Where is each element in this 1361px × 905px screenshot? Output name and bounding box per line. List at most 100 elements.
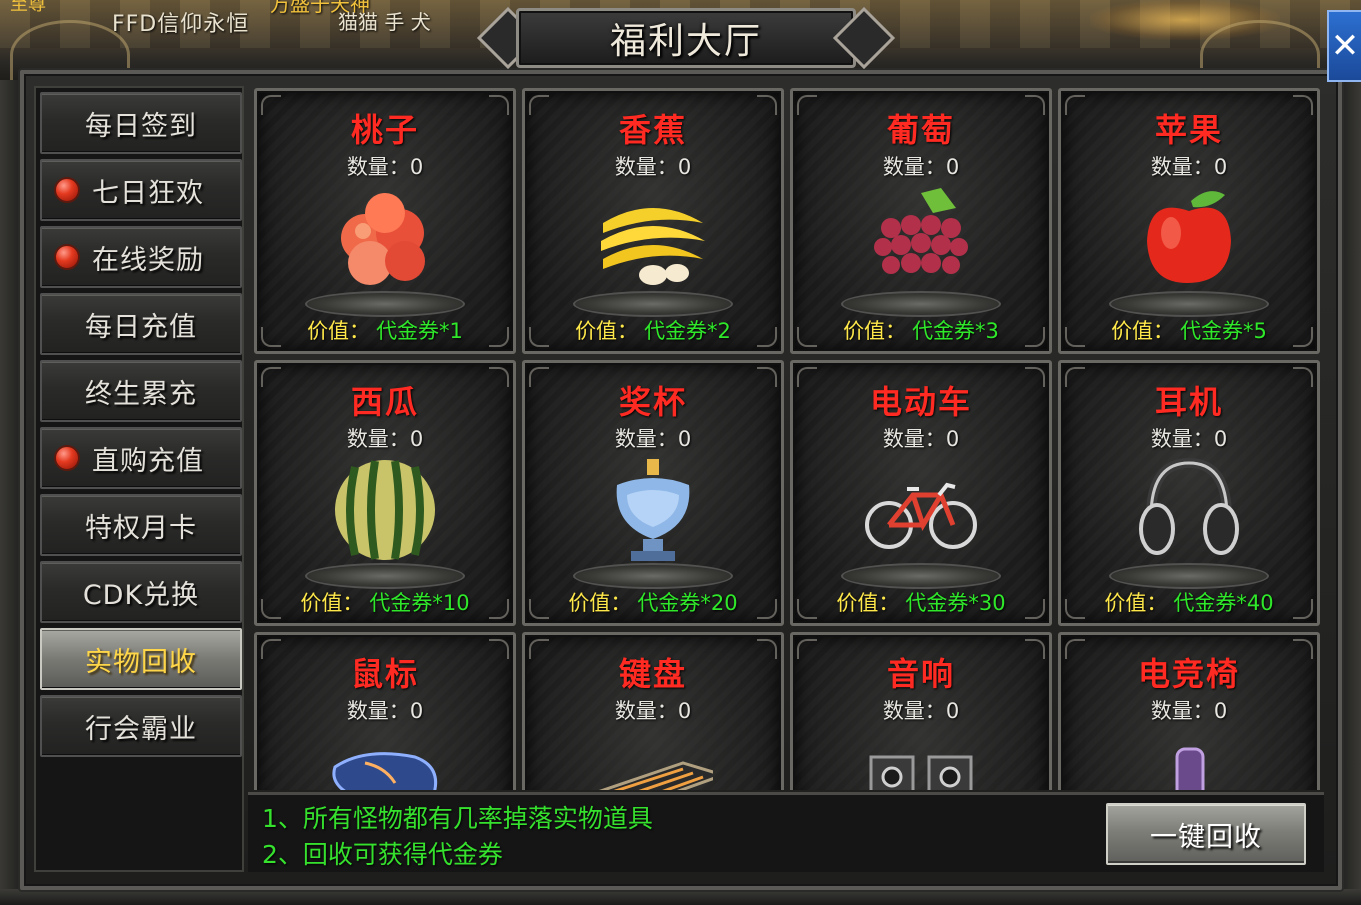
menu-item-label: 终生累充 — [85, 378, 197, 410]
quantity-label: 数量： — [882, 699, 946, 723]
item-quantity: 数量：0 — [793, 151, 1049, 181]
quantity-value: 0 — [409, 427, 424, 451]
top-ticker-main: FFD信仰永恒 — [112, 12, 250, 37]
menu-item-daily-signin[interactable]: 每日签到 — [40, 92, 242, 154]
item-card-trophy[interactable]: 奖杯 数量：0 价值： 代金券*20 — [522, 360, 784, 626]
quantity-value: 0 — [677, 699, 692, 723]
item-quantity: 数量：0 — [525, 151, 781, 181]
item-quantity: 数量：0 — [257, 695, 513, 725]
item-card-peach[interactable]: 桃子 数量：0 价值： 代金券*1 — [254, 88, 516, 354]
item-quantity: 数量：0 — [1061, 423, 1317, 453]
item-value: 价值： 代金券*10 — [257, 587, 513, 617]
quantity-value: 0 — [945, 699, 960, 723]
quantity-value: 0 — [677, 155, 692, 179]
menu-item-cdk-redeem[interactable]: CDK兑换 — [40, 561, 242, 623]
item-name: 电竞椅 — [1137, 655, 1240, 693]
menu-item-daily-recharge[interactable]: 每日充值 — [40, 293, 242, 355]
menu-item-direct-purchase[interactable]: 直购充值 — [40, 427, 242, 489]
value-amount: 代金券*30 — [905, 591, 1006, 615]
value-label: 价值： — [575, 319, 639, 343]
item-card-keyboard[interactable]: 键盘 数量：0 — [522, 632, 784, 790]
quantity-value: 0 — [1213, 699, 1228, 723]
menu-item-label: 每日充值 — [85, 311, 197, 343]
close-icon: ✕ — [1330, 26, 1360, 66]
menu-item-privilege-card[interactable]: 特权月卡 — [40, 494, 242, 556]
quantity-label: 数量： — [346, 427, 410, 451]
value-label: 价值： — [568, 591, 632, 615]
item-pedestal — [841, 291, 1001, 317]
menu-item-online-reward[interactable]: 在线奖励 — [40, 226, 242, 288]
item-name: 桃子 — [350, 111, 419, 149]
menu-item-label: 在线奖励 — [92, 244, 204, 276]
top-ticker-player: 猫猫 手 犬 — [338, 10, 431, 34]
gaming-chair-icon — [1175, 747, 1205, 790]
frame-rail-bottom — [0, 889, 1361, 905]
item-card-banana[interactable]: 香蕉 数量：0 价值： 代金券*2 — [522, 88, 784, 354]
info-line-recycle: 2、回收可获得代金券 — [262, 840, 503, 869]
item-card-mouse[interactable]: 鼠标 数量：0 — [254, 632, 516, 790]
item-name: 苹果 — [1154, 111, 1223, 149]
title-plaque: 福利大厅 — [476, 2, 896, 74]
item-pedestal — [305, 291, 465, 317]
value-amount: 代金券*1 — [376, 319, 463, 343]
quantity-label: 数量： — [1150, 155, 1214, 179]
value-label: 价值： — [300, 591, 364, 615]
item-name: 奖杯 — [618, 383, 687, 421]
quantity-label: 数量： — [614, 155, 678, 179]
quantity-label: 数量： — [882, 155, 946, 179]
quantity-value: 0 — [409, 155, 424, 179]
close-button[interactable]: ✕ — [1327, 10, 1361, 82]
menu-item-lifetime-recharge[interactable]: 终生累充 — [40, 360, 242, 422]
item-card-ebike[interactable]: 电动车 数量：0 价值： 代金券*30 — [790, 360, 1052, 626]
side-menu: 每日签到 七日狂欢 在线奖励 每日充值 终生累充 直购充值 特权月卡 CDK兑换… — [34, 86, 244, 872]
quantity-label: 数量： — [1150, 699, 1214, 723]
value-label: 价值： — [1104, 591, 1168, 615]
quantity-value: 0 — [945, 427, 960, 451]
apple-icon — [1147, 191, 1231, 283]
frame-rail-left — [0, 80, 20, 905]
item-pedestal — [573, 291, 733, 317]
item-card-apple[interactable]: 苹果 数量：0 价值： 代金券*5 — [1058, 88, 1320, 354]
quantity-value: 0 — [409, 699, 424, 723]
quantity-label: 数量： — [882, 427, 946, 451]
quantity-value: 0 — [677, 427, 692, 451]
menu-item-label: CDK兑换 — [82, 579, 200, 611]
bicycle-icon — [865, 482, 977, 549]
trophy-icon — [616, 459, 690, 561]
menu-item-guild-hegemony[interactable]: 行会霸业 — [40, 695, 242, 757]
item-name: 香蕉 — [618, 111, 687, 149]
item-quantity: 数量：0 — [793, 695, 1049, 725]
recycle-all-label: 一键回收 — [1150, 821, 1262, 853]
item-card-grape[interactable]: 葡萄 数量：0 价值： 代金券*3 — [790, 88, 1052, 354]
item-card-headphones[interactable]: 耳机 数量：0 价值： 代金券*40 — [1058, 360, 1320, 626]
quantity-value: 0 — [945, 155, 960, 179]
item-quantity: 数量：0 — [525, 423, 781, 453]
item-value: 价值： 代金券*40 — [1061, 587, 1317, 617]
value-label: 价值： — [843, 319, 907, 343]
value-amount: 代金券*2 — [644, 319, 731, 343]
menu-item-label: 直购充值 — [92, 445, 204, 477]
menu-item-seven-day-carnival[interactable]: 七日狂欢 — [40, 159, 242, 221]
grape-icon — [874, 188, 968, 274]
item-pedestal — [305, 563, 465, 589]
item-value: 价值： 代金券*2 — [525, 315, 781, 345]
item-card-speaker[interactable]: 音响 数量：0 — [790, 632, 1052, 790]
value-amount: 代金券*3 — [912, 319, 999, 343]
item-quantity: 数量：0 — [793, 423, 1049, 453]
item-name: 键盘 — [618, 655, 687, 693]
menu-item-physical-recycle[interactable]: 实物回收 — [40, 628, 242, 690]
keyboard-icon — [598, 761, 713, 790]
item-value: 价值： 代金券*30 — [793, 587, 1049, 617]
notification-dot-icon — [54, 177, 80, 203]
recycle-all-button[interactable]: 一键回收 — [1106, 803, 1306, 865]
menu-item-label: 每日签到 — [85, 110, 197, 142]
top-ticker-left: 至尊 — [10, 0, 46, 15]
value-amount: 代金券*5 — [1180, 319, 1267, 343]
item-pedestal — [1109, 291, 1269, 317]
item-quantity: 数量：0 — [525, 695, 781, 725]
item-card-gaming-chair[interactable]: 电竞椅 数量：0 — [1058, 632, 1320, 790]
quantity-value: 0 — [1213, 155, 1228, 179]
value-label: 价值： — [1111, 319, 1175, 343]
item-value: 价值： 代金券*3 — [793, 315, 1049, 345]
item-card-watermelon[interactable]: 西瓜 数量：0 价值： 代金券*10 — [254, 360, 516, 626]
